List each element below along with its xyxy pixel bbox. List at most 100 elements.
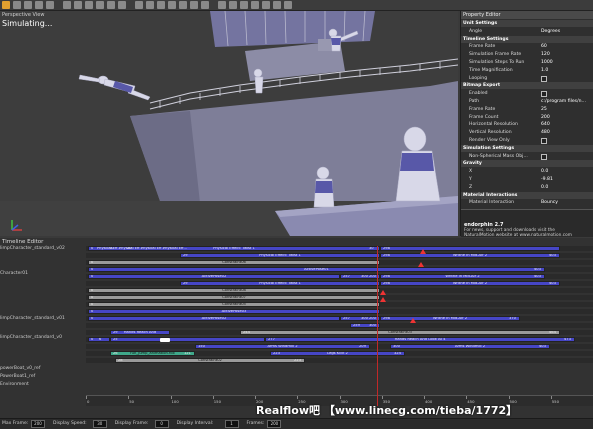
- timeline-clip[interactable]: 257 300 200: [340, 316, 380, 321]
- timeline-clip[interactable]: 257 300 200: [340, 274, 380, 279]
- timeline-clip[interactable]: Physical Effect: Twist 1 29: [180, 253, 380, 258]
- clip-scrub-handle[interactable]: [160, 338, 170, 342]
- timeline-clip[interactable]: Hands Reach And 29: [110, 330, 170, 335]
- property-row[interactable]: Non-Spherical Mass Obj...: [461, 153, 593, 160]
- property-group[interactable]: Timeline Settings: [461, 35, 593, 43]
- timeline-clip[interactable]: Constraint06 0: [88, 260, 380, 265]
- timeline-track-label[interactable]: powerBoat_v0_ref: [0, 366, 40, 371]
- property-row[interactable]: Time Magnification 1.0: [461, 67, 593, 74]
- stop-icon[interactable]: [190, 1, 198, 9]
- property-value[interactable]: 640: [541, 121, 550, 128]
- timeline-clip[interactable]: 259 300: [350, 323, 380, 328]
- timeline-clip[interactable]: Constraint08 0: [88, 288, 380, 293]
- scale-icon[interactable]: [118, 1, 126, 9]
- timeline-clip[interactable]: Writhe In Mid-Air 2 298 403: [380, 274, 545, 279]
- status-value-field[interactable]: 30: [92, 420, 107, 428]
- record-icon[interactable]: [229, 1, 237, 9]
- property-value[interactable]: c:/program files/n...: [541, 98, 586, 105]
- timeline-clip[interactable]: Writhe In Mid-Air 2 298 370: [380, 316, 520, 321]
- timeline-clip[interactable]: Physical Effect: Twist 1 0 10 20 30 Physical …: [88, 246, 380, 251]
- property-value[interactable]: 1.0: [541, 67, 548, 74]
- timeline-clip[interactable]: ActivePose02 0: [88, 274, 340, 279]
- step-icon[interactable]: [201, 1, 209, 9]
- property-group[interactable]: Unit Settings: [461, 20, 593, 27]
- property-value[interactable]: 25: [541, 106, 547, 113]
- timeline-track-label[interactable]: limpCharacter_standard_v02: [0, 246, 65, 251]
- timeline-clip[interactable]: 06: [88, 337, 110, 342]
- settings-icon[interactable]: [251, 1, 259, 9]
- timeline-clip[interactable]: Constraint03 244 464: [240, 330, 560, 335]
- export-icon[interactable]: [240, 1, 248, 9]
- save-icon[interactable]: [35, 1, 43, 9]
- property-row[interactable]: Vertical Resolution 480: [461, 129, 593, 136]
- property-checkbox[interactable]: [541, 75, 547, 82]
- pause-icon[interactable]: [179, 1, 187, 9]
- property-row[interactable]: Path c:/program files/n...: [461, 98, 593, 105]
- event-marker-icon[interactable]: [380, 290, 386, 295]
- new-file-icon[interactable]: [13, 1, 21, 9]
- timeline-clip[interactable]: Constraint05 0: [88, 302, 380, 307]
- property-value[interactable]: -9.81: [541, 176, 553, 183]
- property-row[interactable]: Enabled: [461, 90, 593, 98]
- property-row[interactable]: Frame Rate 60: [461, 43, 593, 50]
- property-value[interactable]: 200: [541, 114, 550, 121]
- open-file-icon[interactable]: [24, 1, 32, 9]
- event-marker-icon[interactable]: [380, 297, 386, 302]
- view-icon[interactable]: [262, 1, 270, 9]
- property-row[interactable]: Material Interaction Bouncy: [461, 199, 593, 206]
- close-icon[interactable]: [46, 1, 54, 9]
- character-icon[interactable]: [157, 1, 165, 9]
- property-group[interactable]: Material Interactions: [461, 191, 593, 199]
- timeline-track-label[interactable]: limpCharacter_standard_v0: [0, 335, 62, 340]
- property-value[interactable]: Bouncy: [541, 199, 558, 206]
- status-value-field[interactable]: 200: [267, 420, 282, 428]
- camera-icon[interactable]: [135, 1, 143, 9]
- timeline-clip[interactable]: Arms Windmill 2 150 209: [195, 344, 370, 349]
- timeline-clip[interactable]: Writhe In Mid-Air 2 298 403: [380, 253, 560, 258]
- perspective-viewport[interactable]: Perspective View Simulating...: [0, 11, 458, 236]
- timeline-clip[interactable]: Physical Effect: Twist 1 29: [180, 281, 380, 286]
- property-group[interactable]: Gravity: [461, 160, 593, 168]
- timeline-clip[interactable]: 25: [110, 337, 265, 342]
- property-row[interactable]: Horizontal Resolution 640: [461, 121, 593, 128]
- timeline-clip[interactable]: Arms Windmill 2 300 403: [390, 344, 550, 349]
- property-row[interactable]: Render View Only: [461, 137, 593, 144]
- event-marker-icon[interactable]: [418, 262, 424, 267]
- timeline-track-label[interactable]: limpCharacter_standard_v01: [0, 316, 65, 321]
- status-value-field[interactable]: 0: [154, 420, 169, 428]
- property-group[interactable]: Simulation Settings: [461, 144, 593, 152]
- property-value[interactable]: 0.0: [541, 168, 548, 175]
- property-checkbox[interactable]: [541, 91, 547, 98]
- timeline-clip[interactable]: Writhe In Mid-Air 2 298 403: [380, 281, 560, 286]
- move-icon[interactable]: [96, 1, 104, 9]
- timeline-track-label[interactable]: Environment: [0, 382, 29, 387]
- timeline-clip[interactable]: Constraint07 0: [88, 295, 380, 300]
- grid-icon[interactable]: [273, 1, 281, 9]
- render-icon[interactable]: [218, 1, 226, 9]
- property-row[interactable]: Z 0.0: [461, 184, 593, 191]
- property-row[interactable]: Frame Count 200: [461, 114, 593, 121]
- play-icon[interactable]: [168, 1, 176, 9]
- property-value[interactable]: Degrees: [541, 28, 560, 35]
- timeline-clip[interactable]: ActivePose01 0 403: [88, 267, 545, 272]
- property-value[interactable]: 60: [541, 43, 547, 50]
- rotate-icon[interactable]: [107, 1, 115, 9]
- timeline-clip[interactable]: ActivePose02 0: [88, 316, 340, 321]
- timeline-clip[interactable]: run_jump_animation.fbx 26 121: [110, 351, 195, 356]
- help-icon[interactable]: [284, 1, 292, 9]
- property-group[interactable]: Bitmap Export: [461, 82, 593, 90]
- property-row[interactable]: X 0.0: [461, 168, 593, 175]
- property-checkbox[interactable]: [541, 138, 547, 144]
- property-row[interactable]: Simulation Steps To Run 1000: [461, 59, 593, 66]
- property-row[interactable]: Frame Rate 25: [461, 106, 593, 113]
- app-logo-icon[interactable]: [2, 1, 10, 9]
- timeline-clip[interactable]: ActivePose03 0: [88, 309, 380, 314]
- timeline-playhead[interactable]: [377, 246, 378, 406]
- property-value[interactable]: 480: [541, 129, 550, 136]
- timeline-clip[interactable]: Hands Reach And Look At 4 277 473: [265, 337, 575, 342]
- event-marker-icon[interactable]: [420, 249, 426, 254]
- timeline-clip[interactable]: Constraint02 28 223: [115, 358, 305, 363]
- status-value-field[interactable]: 200: [31, 420, 45, 428]
- property-row[interactable]: Angle Degrees: [461, 28, 593, 35]
- property-row[interactable]: Simulation Frame Rate 120: [461, 51, 593, 58]
